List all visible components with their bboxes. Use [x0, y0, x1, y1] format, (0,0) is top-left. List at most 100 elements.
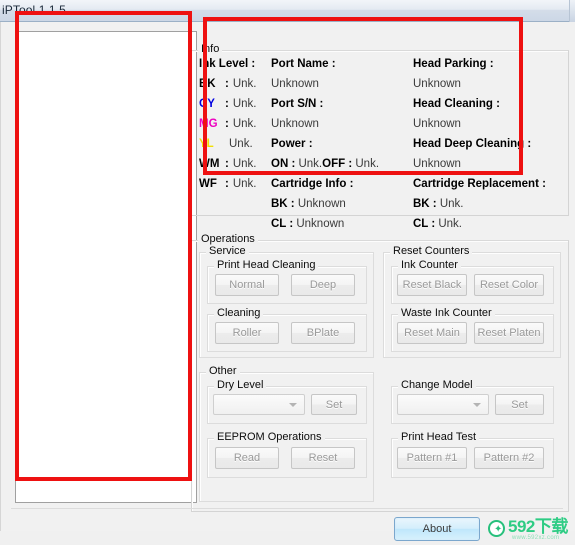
- reset-counters-group: Reset Counters Ink Counter Reset Black R…: [383, 245, 561, 358]
- ink-level-row-wf: WF: Unk.: [199, 174, 277, 194]
- reset-color-button[interactable]: Reset Color: [474, 274, 544, 296]
- reset-counters-label: Reset Counters: [390, 245, 473, 257]
- footer-divider: [11, 508, 563, 509]
- operations-group-label: Operations: [198, 233, 258, 245]
- dry-level-label: Dry Level: [214, 379, 267, 391]
- watermark: ✦ 592下载 www.592xz.com: [488, 517, 572, 545]
- ink-value-bk: Unk.: [232, 78, 257, 90]
- deep-button[interactable]: Deep: [291, 274, 355, 296]
- port-sn-label: Port S/N :: [271, 98, 324, 110]
- ink-sep-mg: :: [225, 118, 229, 130]
- port-name-label: Port Name :: [271, 58, 336, 70]
- cartridge-bk-row: BK : Unknown: [271, 194, 411, 214]
- ink-key-cy: CY: [199, 98, 215, 110]
- ink-level-title: Ink Level :: [199, 58, 256, 70]
- power-label: Power :: [271, 138, 313, 150]
- ink-counter-label: Ink Counter: [398, 259, 461, 271]
- power-values-row: ON : Unk.OFF : Unk.: [271, 154, 411, 174]
- info-body: Ink Level : BK: Unk. CY: Unk. MG: Unk. YL Un…: [191, 54, 569, 230]
- head-deep-cleaning-label: Head Deep Cleaning :: [413, 138, 532, 150]
- info-group: Info Ink Level : BK: Unk. CY: Unk. MG: Unk.: [191, 43, 569, 230]
- eeprom-operations-label: EEPROM Operations: [214, 431, 325, 443]
- head-status-column: Head Parking : Unknown Head Cleaning : U…: [413, 54, 573, 234]
- change-model-group: Change Model Set: [391, 379, 554, 424]
- dry-level-set-button[interactable]: Set: [311, 394, 357, 415]
- ink-value-mg: Unk.: [232, 118, 257, 130]
- ink-level-row-yl: YL Unk.: [199, 134, 277, 154]
- power-on-label: ON :: [271, 158, 296, 170]
- reset-black-button[interactable]: Reset Black: [397, 274, 467, 296]
- cartridge-cl-label: CL :: [271, 218, 294, 230]
- ink-value-cy: Unk.: [232, 98, 257, 110]
- head-parking-value: Unknown: [413, 78, 461, 90]
- pattern1-button[interactable]: Pattern #1: [397, 447, 467, 469]
- waste-ink-counter-group: Waste Ink Counter Reset Main Reset Plate…: [391, 307, 554, 352]
- replacement-cl-label: CL :: [413, 218, 436, 230]
- cartridge-cl-value: Unknown: [296, 218, 345, 230]
- eeprom-read-button[interactable]: Read: [215, 447, 279, 469]
- cleaning-label: Cleaning: [214, 307, 264, 319]
- ink-value-wf: Unk.: [232, 178, 257, 190]
- reset-platen-button[interactable]: Reset Platen: [474, 322, 544, 344]
- replacement-bk-row: BK : Unk.: [413, 194, 573, 214]
- roller-button[interactable]: Roller: [215, 322, 279, 344]
- head-cleaning-value: Unknown: [413, 118, 461, 130]
- eeprom-reset-button[interactable]: Reset: [291, 447, 355, 469]
- reset-main-button[interactable]: Reset Main: [397, 322, 467, 344]
- head-cleaning-label: Head Cleaning :: [413, 98, 500, 110]
- ink-sep-wm: :: [225, 158, 229, 170]
- port-name-value: Unknown: [271, 78, 319, 90]
- replacement-bk-value: Unk.: [439, 198, 464, 210]
- head-deep-cleaning-value: Unknown: [413, 158, 461, 170]
- ink-key-yl: YL: [199, 138, 214, 150]
- ink-level-row-bk: BK: Unk.: [199, 74, 277, 94]
- dry-level-group: Dry Level Set: [207, 379, 367, 424]
- normal-button[interactable]: Normal: [215, 274, 279, 296]
- print-head-cleaning-group: Print Head Cleaning Normal Deep: [207, 259, 367, 304]
- port-sn-value: Unknown: [271, 118, 319, 130]
- window-title: iPTool 1.1.5: [2, 3, 66, 17]
- other-group-label: Other: [206, 365, 240, 377]
- operations-group: Operations Service Print Head Cleaning N…: [191, 233, 569, 512]
- right-other-group: Change Model Set Print Head Test Pattern…: [383, 366, 561, 502]
- log-listbox-content: [16, 32, 196, 502]
- pattern2-button[interactable]: Pattern #2: [474, 447, 544, 469]
- power-off-label: OFF :: [322, 158, 353, 170]
- eeprom-operations-group: EEPROM Operations Read Reset: [207, 431, 367, 478]
- ink-key-mg: MG: [199, 118, 218, 130]
- other-group: Other Dry Level Set EEPROM Operations Re…: [199, 365, 374, 502]
- print-head-test-group: Print Head Test Pattern #1 Pattern #2: [391, 431, 554, 478]
- power-on-value: Unk.: [298, 158, 323, 170]
- ink-level-column: Ink Level : BK: Unk. CY: Unk. MG: Unk. YL Un…: [199, 54, 277, 194]
- head-parking-label: Head Parking :: [413, 58, 494, 70]
- window-controls-area[interactable]: [569, 0, 575, 22]
- about-button[interactable]: About: [394, 517, 480, 541]
- cartridge-bk-value: Unknown: [297, 198, 346, 210]
- title-bar[interactable]: iPTool 1.1.5: [0, 0, 575, 22]
- chevron-down-icon: [289, 402, 297, 407]
- bplate-button[interactable]: BPlate: [291, 322, 355, 344]
- ink-level-row-mg: MG: Unk.: [199, 114, 277, 134]
- cleaning-group: Cleaning Roller BPlate: [207, 307, 367, 352]
- replacement-cl-value: Unk.: [438, 218, 463, 230]
- ink-value-yl: Unk.: [229, 138, 253, 150]
- watermark-text: 592下载: [508, 517, 568, 536]
- power-off-value: Unk.: [355, 158, 380, 170]
- log-listbox[interactable]: [15, 31, 197, 503]
- lightning-bolt-glyph: ✦: [494, 524, 503, 535]
- cartridge-bk-label: BK :: [271, 198, 295, 210]
- change-model-set-button[interactable]: Set: [495, 394, 544, 415]
- change-model-combobox[interactable]: [397, 394, 489, 415]
- cartridge-replacement-label: Cartridge Replacement :: [413, 178, 546, 190]
- watermark-url: www.592xz.com: [512, 535, 560, 541]
- dry-level-combobox[interactable]: [213, 394, 305, 415]
- port-power-column: Port Name : Unknown Port S/N : Unknown P…: [271, 54, 411, 234]
- print-head-test-label: Print Head Test: [398, 431, 480, 443]
- ink-key-wm: WM: [199, 158, 220, 170]
- ink-level-row-cy: CY: Unk.: [199, 94, 277, 114]
- change-model-label: Change Model: [398, 379, 476, 391]
- ink-sep-cy: :: [225, 98, 229, 110]
- ink-value-wm: Unk.: [232, 158, 257, 170]
- ink-sep-bk: :: [225, 78, 229, 90]
- lightning-bolt-icon: ✦: [488, 520, 505, 537]
